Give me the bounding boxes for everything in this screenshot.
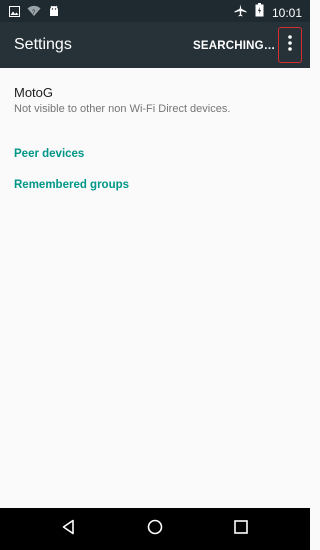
android-icon: [48, 4, 60, 22]
remembered-groups-header: Remembered groups: [14, 179, 130, 191]
page-title: Settings: [14, 36, 72, 53]
back-icon: [61, 519, 77, 540]
navigation-bar: [0, 508, 310, 550]
status-left-icons: ?: [9, 4, 60, 22]
app-bar: Settings SEARCHING…: [0, 22, 310, 68]
image-icon: [9, 4, 20, 22]
battery-icon: [255, 3, 264, 22]
status-time: 10:01: [271, 5, 302, 20]
home-button[interactable]: [144, 518, 166, 540]
overflow-menu-icon: [287, 34, 293, 57]
recents-button[interactable]: [230, 518, 252, 540]
back-button[interactable]: [58, 518, 80, 540]
status-right-icons: 10:01: [234, 3, 302, 22]
peer-devices-header: Peer devices: [14, 148, 85, 160]
home-icon: [147, 519, 163, 540]
status-bar: ? 10:01: [0, 0, 310, 22]
device-visibility-text: Not visible to other non Wi-Fi Direct de…: [14, 103, 231, 115]
overflow-menu-button[interactable]: [278, 27, 302, 63]
wifi-question-icon: ?: [27, 4, 41, 22]
searching-button[interactable]: SEARCHING…: [193, 39, 276, 53]
recents-icon: [234, 519, 248, 539]
device-name[interactable]: MotoG: [14, 85, 53, 100]
airplane-icon: [234, 4, 247, 22]
